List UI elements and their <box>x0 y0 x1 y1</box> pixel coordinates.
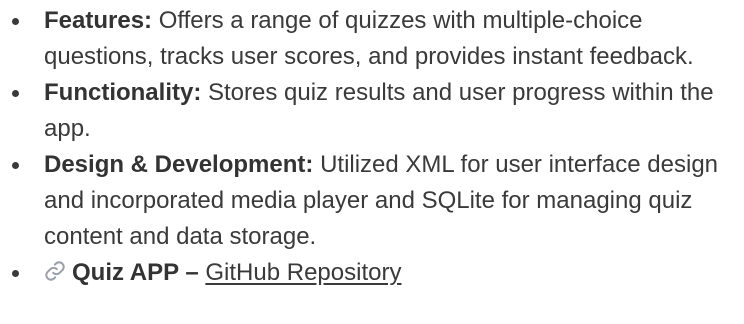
list-item-design-development: Design & Development: Utilized XML for u… <box>0 147 744 255</box>
bullet-icon <box>12 18 19 25</box>
list-item-project-link: Quiz APP – GitHub Repository <box>0 255 744 291</box>
item-label: Functionality: <box>44 79 202 106</box>
list-item-functionality: Functionality: Stores quiz results and u… <box>0 75 744 147</box>
item-label: Features: <box>44 7 153 34</box>
link-icon <box>44 257 66 281</box>
bullet-icon <box>12 90 19 97</box>
project-details-list: Features: Offers a range of quizzes with… <box>0 0 744 291</box>
bullet-icon <box>12 162 19 169</box>
github-repository-link[interactable]: GitHub Repository <box>205 259 401 286</box>
bullet-icon <box>12 270 19 277</box>
list-item-features: Features: Offers a range of quizzes with… <box>0 3 744 75</box>
item-label: Design & Development: <box>44 151 314 178</box>
project-title: Quiz APP – <box>72 259 199 286</box>
